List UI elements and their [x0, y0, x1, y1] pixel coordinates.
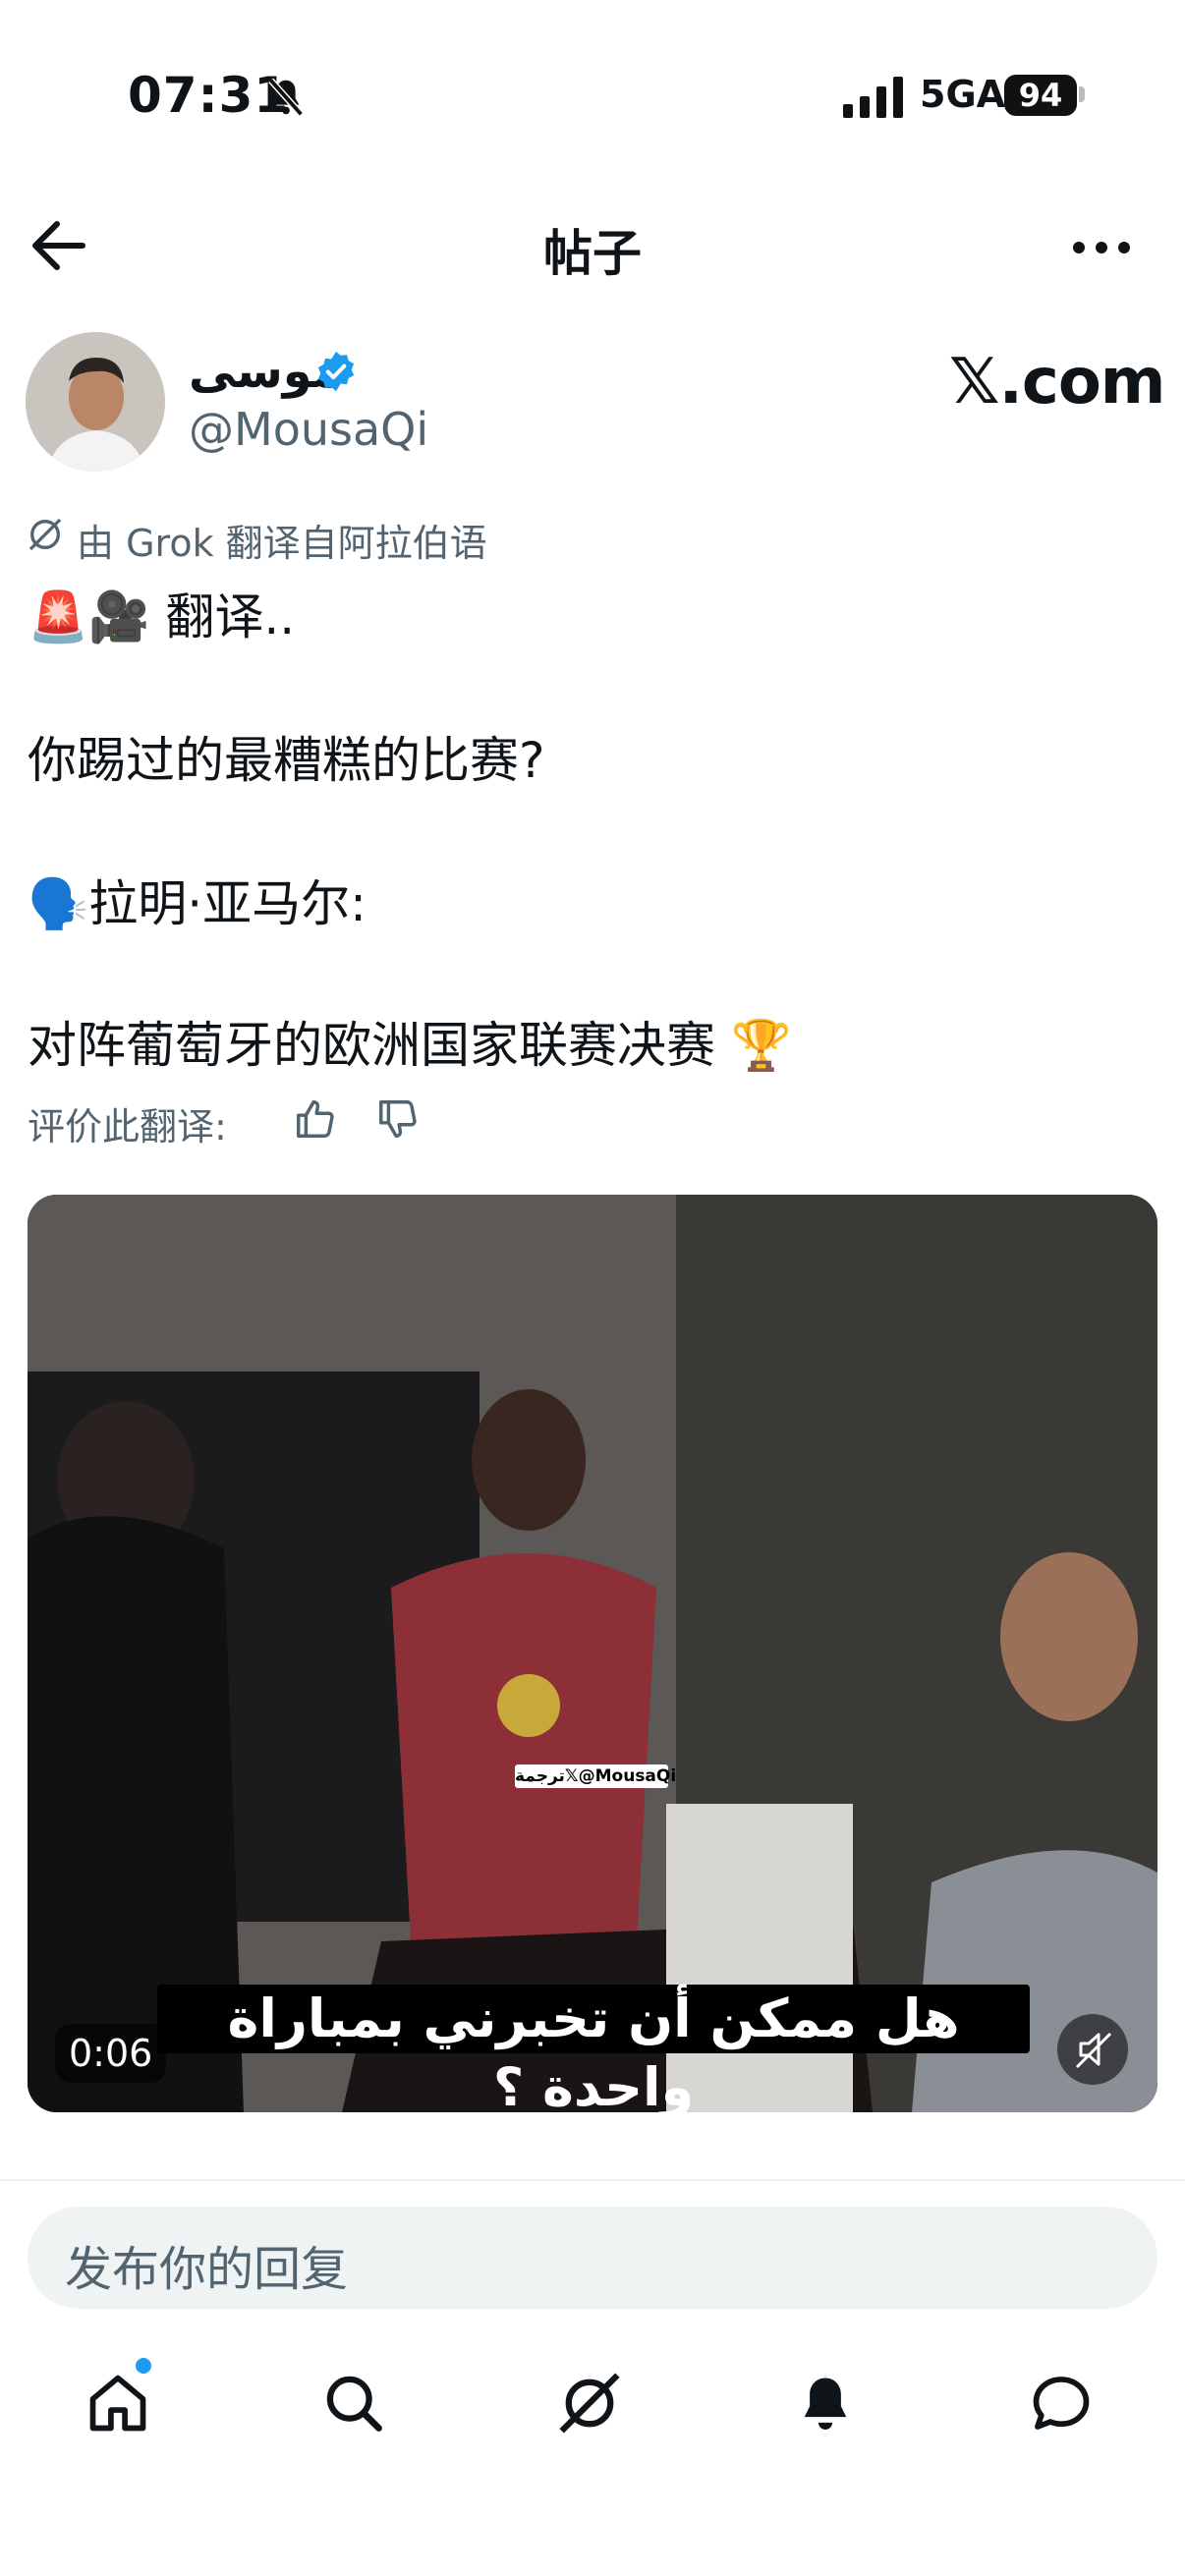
- network-type: 5GA: [920, 73, 1006, 116]
- home-icon[interactable]: [85, 2370, 151, 2436]
- home-notification-dot: [136, 2358, 151, 2374]
- video-duration: 0:06: [55, 2024, 167, 2083]
- signal-icon: [843, 77, 903, 118]
- battery-level: 94: [1004, 75, 1077, 116]
- more-options-icon[interactable]: [1071, 226, 1132, 269]
- post-text-line: 对阵葡萄牙的欧洲国家联赛决赛 🏆: [28, 1017, 793, 1074]
- video-subtitle: هل ممكن أن تخبرني بمباراة واحدة ؟: [157, 1985, 1030, 2118]
- search-icon[interactable]: [320, 2370, 387, 2436]
- bell-muted-icon: [268, 78, 304, 117]
- site-watermark: 𝕏.com: [949, 346, 1165, 419]
- notifications-bell-icon[interactable]: [792, 2370, 859, 2436]
- reply-placeholder: 发布你的回复: [65, 2242, 349, 2297]
- post-text-line: 🗣️拉明·亚马尔:: [28, 875, 367, 932]
- thumbs-down-icon[interactable]: [375, 1096, 421, 1142]
- battery-cap: [1079, 86, 1085, 102]
- avatar[interactable]: [26, 332, 165, 472]
- mute-toggle-icon[interactable]: [1057, 2014, 1128, 2085]
- grok-icon: [28, 518, 62, 551]
- grok-nav-icon[interactable]: [556, 2370, 623, 2436]
- messages-icon[interactable]: [1028, 2370, 1095, 2436]
- page-title: 帖子: [543, 225, 642, 282]
- video-player[interactable]: [28, 1195, 1157, 2112]
- translation-note: 由 Grok 翻译自阿拉伯语: [77, 522, 487, 565]
- verified-badge-icon: [317, 351, 355, 392]
- thumbs-up-icon[interactable]: [293, 1096, 338, 1142]
- author-handle[interactable]: @MousaQi: [189, 403, 428, 456]
- rate-translation-label: 评价此翻译:: [28, 1105, 227, 1148]
- post-text-line: 🚨🎥 翻译..: [28, 588, 296, 645]
- divider: [0, 2179, 1185, 2181]
- video-watermark: ترجمة𝕏@MousaQi: [515, 1764, 677, 1788]
- post-text-line: 你踢过的最糟糕的比赛?: [28, 732, 545, 789]
- video-frame: [28, 1195, 1157, 2112]
